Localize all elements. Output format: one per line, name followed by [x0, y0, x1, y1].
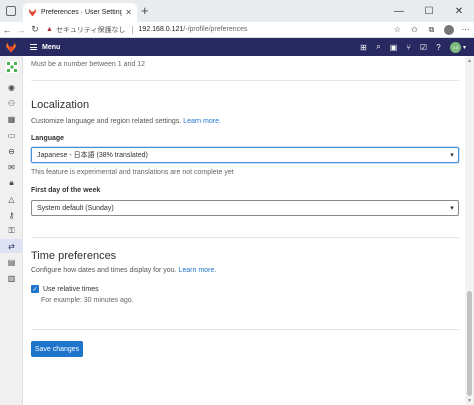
scroll-thumb[interactable]: [467, 291, 472, 396]
gitlab-favicon-icon: [28, 8, 37, 17]
sidebar-user-avatar[interactable]: [0, 60, 23, 74]
scroll-down-icon[interactable]: ▼: [465, 396, 474, 405]
plus-icon[interactable]: ⊞: [356, 38, 371, 56]
time-preferences-description: Configure how dates and times display fo…: [31, 267, 217, 274]
search-icon[interactable]: ⌕: [371, 38, 386, 56]
tab-close-icon[interactable]: ✕: [125, 8, 132, 17]
preferences-icon[interactable]: ⇄: [0, 239, 23, 253]
identicon-icon: [5, 61, 18, 73]
section-divider: [31, 80, 459, 81]
save-changes-button[interactable]: Save changes: [31, 341, 83, 357]
issues-icon[interactable]: ▣: [386, 38, 401, 56]
browser-tab[interactable]: Preferences · User Settings · Git ✕: [23, 3, 137, 22]
url-host: 192.168.0.121: [138, 26, 184, 33]
gitlab-logo-icon[interactable]: [0, 38, 22, 56]
access-tokens-icon[interactable]: ⊖: [0, 144, 23, 158]
favorites-icon[interactable]: ☆: [389, 22, 406, 38]
user-avatar[interactable]: 2.5: [449, 41, 461, 53]
back-icon[interactable]: ←: [0, 22, 14, 38]
profile-icon[interactable]: [440, 22, 457, 38]
gpg-keys-icon[interactable]: ⚿: [0, 224, 23, 238]
prev-field-help: Must be a number between 1 and 12: [31, 61, 146, 68]
chevron-down-icon: ▾: [450, 152, 454, 159]
tab-title: Preferences · User Settings · Git: [41, 9, 123, 16]
localization-learn-more-link[interactable]: Learn more.: [183, 118, 221, 125]
language-value: Japanese - 日本語 (38% translated): [37, 152, 148, 159]
relative-times-row[interactable]: ✓ Use relative times: [31, 285, 99, 293]
todos-icon[interactable]: ☑: [416, 38, 431, 56]
forward-icon[interactable]: →: [14, 22, 28, 38]
first-day-value: System default (Sunday): [37, 204, 114, 212]
language-help: This feature is experimental and transla…: [31, 169, 234, 176]
help-icon[interactable]: ?: [431, 38, 446, 56]
account-icon[interactable]: ⚇: [0, 96, 23, 110]
menu-button[interactable]: Menu: [30, 44, 60, 51]
first-day-select[interactable]: System default (Sunday) ▾: [31, 200, 459, 216]
notifications-icon[interactable]: △: [0, 192, 23, 206]
page-scrollbar[interactable]: ▲ ▼: [465, 56, 474, 405]
active-sessions-icon[interactable]: ▤: [0, 255, 23, 269]
section-divider: [31, 237, 459, 238]
refresh-icon[interactable]: ↻: [28, 22, 42, 38]
profile-icon[interactable]: ◉: [0, 80, 23, 94]
section-divider: [31, 329, 459, 330]
time-learn-more-link[interactable]: Learn more.: [178, 267, 216, 274]
applications-icon[interactable]: ▦: [0, 112, 23, 126]
language-select[interactable]: Japanese - 日本語 (38% translated) ▾: [31, 147, 459, 163]
collections-icon[interactable]: ✩: [406, 22, 423, 38]
chevron-down-icon: ▾: [450, 205, 454, 212]
first-day-label: First day of the week: [31, 187, 101, 194]
extensions-icon[interactable]: ⧉: [423, 22, 440, 38]
tab-actions-icon[interactable]: [6, 6, 16, 16]
scroll-up-icon[interactable]: ▲: [465, 56, 474, 65]
relative-times-checkbox[interactable]: ✓: [31, 285, 39, 293]
maximize-icon[interactable]: ☐: [414, 0, 444, 22]
localization-description: Customize language and region related se…: [31, 118, 221, 125]
ssh-keys-icon[interactable]: ⚷: [0, 208, 23, 222]
close-window-icon[interactable]: ✕: [444, 0, 474, 22]
localization-title: Localization: [31, 99, 90, 111]
merge-requests-icon[interactable]: ⑂: [401, 38, 416, 56]
url-path: /-/profile/preferences: [183, 26, 248, 33]
time-preferences-title: Time preferences: [31, 250, 117, 262]
more-icon[interactable]: ⋯: [457, 22, 474, 38]
chevron-down-icon[interactable]: ▾: [463, 44, 466, 51]
address-bar: ← → ↻ ▲ セキュリティ保護なし 192.168.0.121/-/profi…: [0, 22, 474, 38]
window-controls: — ☐ ✕: [384, 0, 474, 22]
hamburger-icon: [30, 44, 37, 50]
relative-times-help: For example: 30 minutes ago.: [41, 297, 134, 304]
password-icon[interactable]: 🔒︎: [0, 176, 23, 190]
gitlab-navbar: Menu ⊞ ⌕ ▣ ⑂ ☑ ? 2.5 ▾: [0, 38, 474, 56]
url-field[interactable]: ▲ セキュリティ保護なし 192.168.0.121/-/profile/pre…: [46, 25, 389, 35]
minimize-icon[interactable]: —: [384, 0, 414, 22]
auth-log-icon[interactable]: ▥: [0, 271, 23, 285]
chat-icon[interactable]: ▭: [0, 128, 23, 142]
menu-label: Menu: [42, 43, 61, 51]
emails-icon[interactable]: ✉: [0, 160, 23, 174]
new-tab-button[interactable]: +: [141, 4, 149, 18]
language-label: Language: [31, 135, 65, 142]
security-label[interactable]: セキュリティ保護なし: [56, 25, 126, 35]
relative-times-label[interactable]: Use relative times: [43, 286, 99, 293]
settings-sidebar: ◉ ⚇ ▦ ▭ ⊖ ✉ 🔒︎ △ ⚷ ⚿ ⇄ ▤ ▥: [0, 56, 23, 405]
browser-tab-strip: Preferences · User Settings · Git ✕ + — …: [0, 0, 474, 22]
not-secure-icon[interactable]: ▲: [46, 26, 53, 33]
url-divider: [131, 25, 133, 34]
